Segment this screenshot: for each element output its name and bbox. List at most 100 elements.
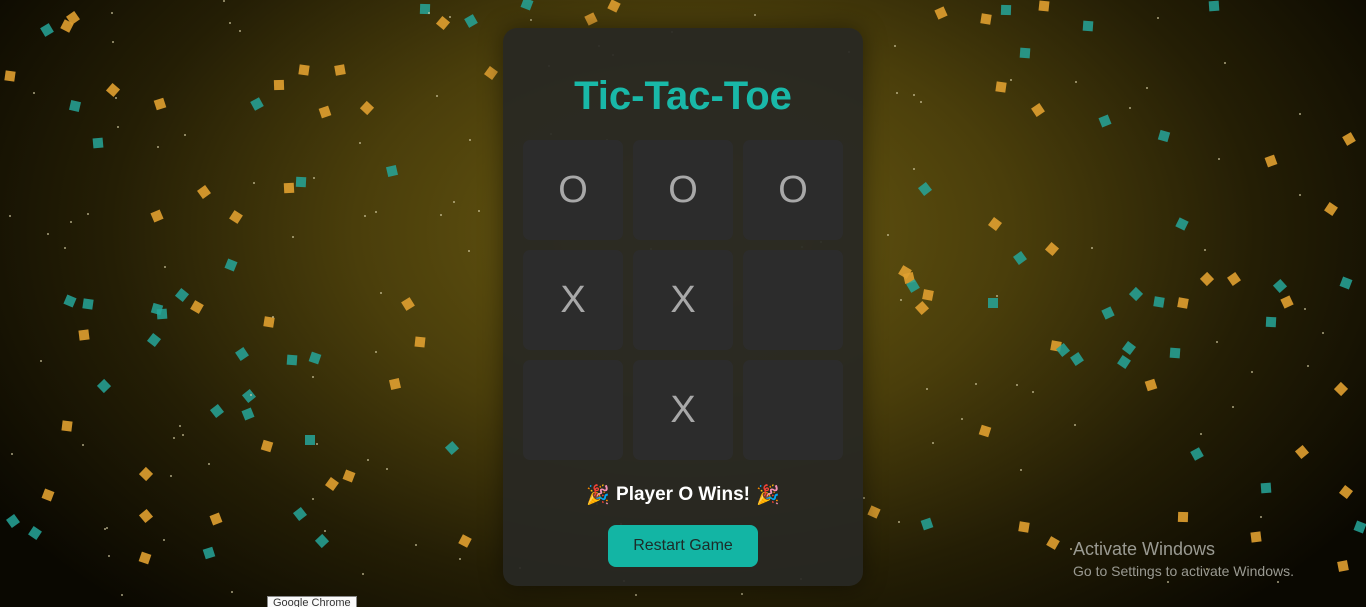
confetti-piece	[273, 79, 285, 91]
sparkle-dot	[1167, 581, 1169, 583]
confetti-piece	[978, 424, 992, 438]
sparkle-dot	[1020, 469, 1022, 471]
confetti-piece	[1101, 306, 1115, 320]
sparkle-dot	[157, 146, 159, 148]
confetti-piece	[260, 439, 274, 453]
sparkle-dot	[1216, 341, 1218, 343]
confetti-piece	[1044, 241, 1060, 257]
sparkle-dot	[239, 30, 241, 32]
game-title: Tic-Tac-Toe	[574, 74, 792, 118]
sparkle-dot	[1224, 62, 1226, 64]
confetti-piece	[987, 216, 1003, 232]
sparkle-dot	[184, 134, 186, 136]
confetti-piece	[1000, 4, 1012, 16]
confetti-piece	[484, 66, 498, 80]
sparkle-dot	[469, 139, 471, 141]
board-cell-9[interactable]	[743, 360, 843, 460]
sparkle-dot	[386, 468, 388, 470]
board-cell-8[interactable]: X	[633, 360, 733, 460]
sparkle-dot	[250, 394, 252, 396]
sparkle-dot	[47, 233, 49, 235]
sparkle-dot	[1304, 308, 1306, 310]
confetti-piece	[286, 354, 298, 366]
sparkle-dot	[1322, 332, 1324, 334]
confetti-piece	[1342, 132, 1356, 146]
confetti-piece	[1013, 251, 1027, 265]
sparkle-dot	[1074, 424, 1076, 426]
activate-windows-watermark: Activate Windows Go to Settings to activ…	[1073, 539, 1294, 579]
confetti-piece	[82, 298, 94, 310]
confetti-piece	[1169, 347, 1181, 359]
confetti-piece	[980, 13, 992, 25]
confetti-piece	[41, 488, 55, 502]
board-cell-4[interactable]: X	[523, 250, 623, 350]
sparkle-dot	[375, 211, 377, 213]
sparkle-dot	[64, 247, 66, 249]
sparkle-dot	[1204, 249, 1206, 251]
confetti-piece	[1353, 520, 1366, 534]
confetti-piece	[1031, 103, 1045, 117]
sparkle-dot	[863, 497, 865, 499]
taskbar-tooltip: Google Chrome	[267, 596, 357, 607]
sparkle-dot	[87, 213, 89, 215]
sparkle-dot	[898, 521, 900, 523]
sparkle-dot	[170, 475, 172, 477]
confetti-piece	[934, 6, 948, 20]
sparkle-dot	[104, 528, 106, 530]
confetti-piece	[96, 378, 112, 394]
sparkle-dot	[324, 530, 326, 532]
confetti-piece	[988, 298, 998, 308]
confetti-piece	[202, 546, 216, 560]
confetti-piece	[4, 70, 16, 82]
sparkle-dot	[164, 266, 166, 268]
confetti-piece	[283, 182, 295, 194]
board-cell-6[interactable]	[743, 250, 843, 350]
confetti-piece	[1294, 444, 1310, 460]
confetti-piece	[241, 388, 257, 404]
sparkle-dot	[1010, 79, 1012, 81]
confetti-piece	[78, 329, 90, 341]
sparkle-dot	[106, 527, 108, 529]
board-cell-5[interactable]: X	[633, 250, 733, 350]
board-cell-7[interactable]	[523, 360, 623, 460]
confetti-piece	[435, 15, 451, 31]
sparkle-dot	[1307, 365, 1309, 367]
confetti-piece	[607, 0, 621, 13]
confetti-piece	[1199, 271, 1215, 287]
confetti-piece	[308, 351, 322, 365]
confetti-piece	[63, 294, 77, 308]
sparkle-dot	[33, 92, 35, 94]
sparkle-dot	[253, 182, 255, 184]
confetti-piece	[146, 332, 162, 348]
confetti-piece	[1098, 114, 1112, 128]
confetti-piece	[1121, 340, 1137, 356]
confetti-piece	[1177, 511, 1189, 523]
board-cell-2[interactable]: O	[633, 140, 733, 240]
board-cell-1[interactable]: O	[523, 140, 623, 240]
sparkle-dot	[1251, 371, 1253, 373]
sparkle-dot	[1016, 384, 1018, 386]
confetti-piece	[1038, 0, 1050, 12]
game-status: 🎉 Player O Wins! 🎉	[503, 483, 863, 507]
confetti-piece	[153, 97, 167, 111]
confetti-piece	[920, 517, 934, 531]
confetti-piece	[584, 12, 598, 26]
sparkle-dot	[996, 295, 998, 297]
sparkle-dot	[530, 19, 532, 21]
sparkle-dot	[364, 215, 366, 217]
restart-button[interactable]: Restart Game	[608, 525, 758, 567]
sparkle-dot	[312, 498, 314, 500]
confetti-piece	[138, 466, 154, 482]
confetti-piece	[342, 469, 356, 483]
sparkle-dot	[453, 201, 455, 203]
sparkle-dot	[1075, 81, 1077, 83]
confetti-piece	[295, 176, 307, 188]
sparkle-dot	[179, 425, 181, 427]
confetti-piece	[1046, 536, 1060, 550]
confetti-piece	[28, 526, 42, 540]
board-cell-3[interactable]: O	[743, 140, 843, 240]
sparkle-dot	[478, 210, 480, 212]
sparkle-dot	[112, 41, 114, 43]
confetti-piece	[229, 210, 243, 224]
sparkle-dot	[428, 12, 430, 14]
